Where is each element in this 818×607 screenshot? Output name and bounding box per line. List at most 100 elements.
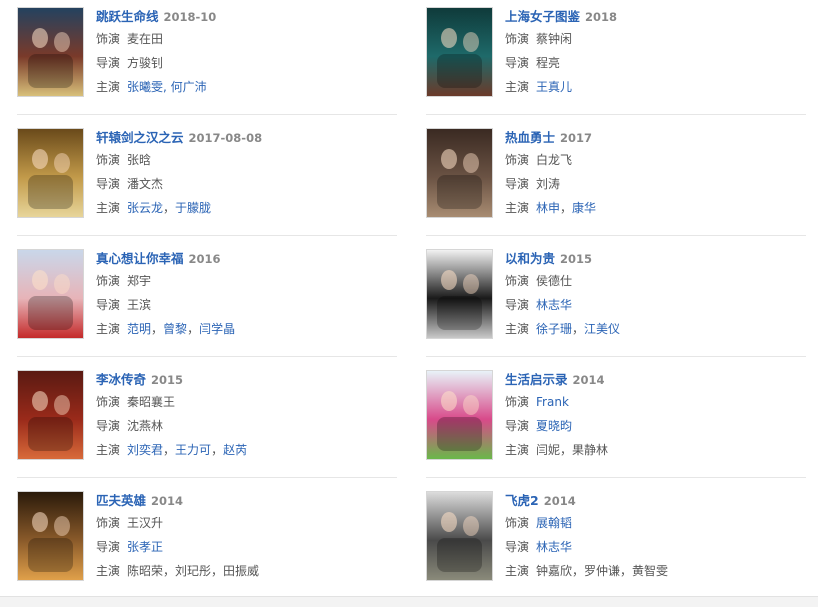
poster-thumbnail[interactable] <box>426 370 493 460</box>
role-label: 饰演 <box>96 153 121 167</box>
actor-row: 饰演 郑宇 <box>96 269 396 293</box>
person-link[interactable]: 江美仪 <box>584 322 620 336</box>
role-label: 导演 <box>505 177 530 191</box>
row-divider <box>17 235 397 236</box>
title-link[interactable]: 生活启示录 <box>505 372 568 387</box>
person-link[interactable]: 林申 <box>536 201 560 215</box>
title-link[interactable]: 匹夫英雄 <box>96 493 146 508</box>
poster-thumbnail[interactable] <box>17 249 84 339</box>
person-text: 麦在田 <box>127 32 164 46</box>
person-link[interactable]: 康华 <box>572 201 596 215</box>
year-label: 2015 <box>151 373 184 387</box>
title-link[interactable]: 飞虎2 <box>505 493 539 508</box>
poster-thumbnail[interactable] <box>17 128 84 218</box>
role-value: 郑宇 <box>127 274 151 288</box>
director-row: 导演 刘涛 <box>505 172 805 196</box>
person-text: ， <box>151 322 164 336</box>
person-link[interactable]: 闫学晶 <box>199 322 235 336</box>
person-link[interactable]: 张曦雯, 何广沛 <box>127 80 207 94</box>
title-link[interactable]: 李冰传奇 <box>96 372 146 387</box>
person-text: 蔡钟闲 <box>536 32 573 46</box>
cast-row: 主演 钟嘉欣，罗仲谦，黄智雯 <box>505 559 805 583</box>
person-text: 钟嘉欣，罗仲谦，黄智雯 <box>536 564 669 578</box>
person-link[interactable]: 夏晓昀 <box>536 419 572 433</box>
title-link[interactable]: 轩辕剑之汉之云 <box>96 130 184 145</box>
role-value: 王滨 <box>127 298 151 312</box>
actor-row: 饰演 侯德仕 <box>505 269 805 293</box>
role-label: 导演 <box>96 419 121 433</box>
role-value: 陈昭荣，刘玘彤，田振威 <box>127 564 259 578</box>
person-link[interactable]: 范明 <box>127 322 151 336</box>
cast-row: 主演 张曦雯, 何广沛 <box>96 75 396 99</box>
role-value: 刘涛 <box>536 177 560 191</box>
item-info: 跳跃生命线 2018-10 饰演 麦在田 导演 方骏钊 主演 张曦雯, 何广沛 <box>96 7 396 99</box>
title-link[interactable]: 热血勇士 <box>505 130 555 145</box>
row-divider <box>426 356 806 357</box>
title-line: 跳跃生命线 2018-10 <box>96 7 396 27</box>
poster-thumbnail[interactable] <box>17 491 84 581</box>
role-label: 饰演 <box>505 395 530 409</box>
person-link[interactable]: 展翰韬 <box>536 516 572 530</box>
person-text: 沈燕林 <box>127 419 164 433</box>
item-info: 飞虎2 2014 饰演 展翰韬 导演 林志华 主演 钟嘉欣，罗仲谦，黄智雯 <box>505 491 805 583</box>
director-row: 导演 夏晓昀 <box>505 414 805 438</box>
director-row: 导演 程亮 <box>505 51 805 75</box>
person-text: 郑宇 <box>127 274 152 288</box>
person-link[interactable]: 徐子珊 <box>536 322 572 336</box>
title-link[interactable]: 上海女子图鉴 <box>505 9 580 24</box>
role-label: 饰演 <box>96 32 121 46</box>
role-label: 导演 <box>505 298 530 312</box>
bottom-bar <box>0 596 818 607</box>
person-link[interactable]: 于朦胧 <box>175 201 211 215</box>
person-link[interactable]: 林志华 <box>536 298 572 312</box>
role-value: 林志华 <box>536 298 572 312</box>
item-info: 李冰传奇 2015 饰演 秦昭襄王 导演 沈燕林 主演 刘奕君，王力可，赵芮 <box>96 370 396 462</box>
list-item: 李冰传奇 2015 饰演 秦昭襄王 导演 沈燕林 主演 刘奕君，王力可，赵芮 <box>17 370 397 470</box>
row-divider <box>17 114 397 115</box>
poster-thumbnail[interactable] <box>426 249 493 339</box>
role-value: 方骏钊 <box>127 56 163 70</box>
person-link[interactable]: 赵芮 <box>223 443 247 457</box>
poster-thumbnail[interactable] <box>426 128 493 218</box>
person-text: ， <box>560 201 573 215</box>
actor-row: 饰演 白龙飞 <box>505 148 805 172</box>
person-link[interactable]: 林志华 <box>536 540 572 554</box>
person-link[interactable]: 王力可 <box>175 443 211 457</box>
title-link[interactable]: 真心想让你幸福 <box>96 251 184 266</box>
person-text: 秦昭襄王 <box>127 395 176 409</box>
year-label: 2017 <box>560 131 593 145</box>
role-label: 主演 <box>505 80 530 94</box>
role-label: 饰演 <box>505 32 530 46</box>
role-value: 王汉升 <box>127 516 163 530</box>
person-text: 张晗 <box>127 153 152 167</box>
person-link[interactable]: Frank <box>536 395 569 409</box>
poster-thumbnail[interactable] <box>17 370 84 460</box>
role-value: 白龙飞 <box>536 153 572 167</box>
role-value: 范明，曾黎，闫学晶 <box>127 322 235 336</box>
item-info: 匹夫英雄 2014 饰演 王汉升 导演 张孝正 主演 陈昭荣，刘玘彤，田振威 <box>96 491 396 583</box>
cast-row: 主演 张云龙，于朦胧 <box>96 196 396 220</box>
poster-thumbnail[interactable] <box>426 7 493 97</box>
person-text: ， <box>163 443 176 457</box>
person-link[interactable]: 张孝正 <box>127 540 163 554</box>
title-link[interactable]: 跳跃生命线 <box>96 9 159 24</box>
year-label: 2014 <box>151 494 184 508</box>
year-label: 2014 <box>572 373 605 387</box>
poster-thumbnail[interactable] <box>17 7 84 97</box>
person-text: ， <box>211 443 224 457</box>
person-link[interactable]: 刘奕君 <box>127 443 163 457</box>
role-value: 侯德仕 <box>536 274 572 288</box>
title-line: 飞虎2 2014 <box>505 491 805 511</box>
person-link[interactable]: 曾黎 <box>163 322 187 336</box>
list-item: 轩辕剑之汉之云 2017-08-08 饰演 张晗 导演 潘文杰 主演 张云龙，于朦胧 <box>17 128 397 228</box>
person-link[interactable]: 王真儿 <box>536 80 572 94</box>
person-link[interactable]: 张云龙 <box>127 201 163 215</box>
person-text: ， <box>572 322 585 336</box>
year-label: 2016 <box>188 252 221 266</box>
list-item: 上海女子图鉴 2018 饰演 蔡钟闲 导演 程亮 主演 王真儿 <box>426 7 806 107</box>
role-value: 闫妮，果静林 <box>536 443 608 457</box>
title-line: 李冰传奇 2015 <box>96 370 396 390</box>
poster-thumbnail[interactable] <box>426 491 493 581</box>
title-link[interactable]: 以和为贵 <box>505 251 555 266</box>
role-value: 秦昭襄王 <box>127 395 175 409</box>
